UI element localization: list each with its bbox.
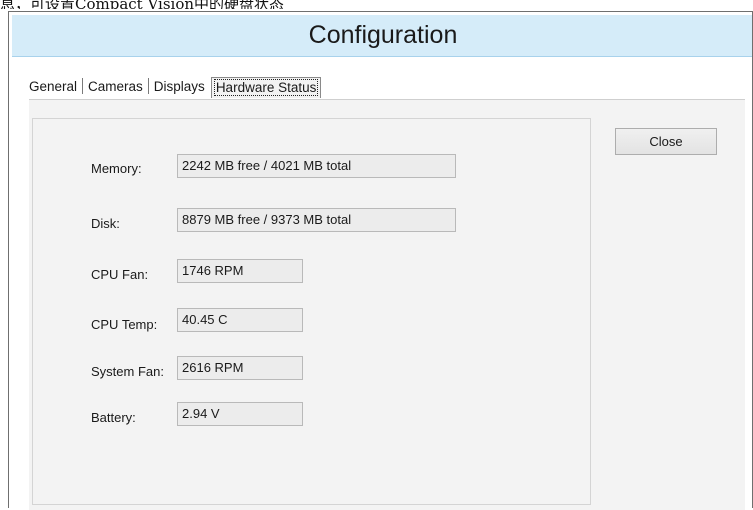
tab-cameras-label: Cameras <box>88 78 143 94</box>
tab-strip: General Cameras Displays Hardware Status <box>25 74 322 98</box>
tab-separator <box>82 78 84 94</box>
hardware-status-group: Memory: 2242 MB free / 4021 MB total Dis… <box>32 118 591 505</box>
cpu-fan-field: 1746 RPM <box>177 259 303 283</box>
cpu-temp-field: 40.45 C <box>177 308 303 332</box>
tab-hardware-status-label: Hardware Status <box>213 78 319 96</box>
battery-label: Battery: <box>91 410 136 425</box>
system-fan-field: 2616 RPM <box>177 356 303 380</box>
tab-separator <box>147 78 149 94</box>
title-bar: Configuration <box>12 15 753 57</box>
tab-general[interactable]: General <box>25 77 81 96</box>
tab-displays-label: Displays <box>153 78 205 94</box>
cpu-fan-label: CPU Fan: <box>91 267 149 282</box>
memory-label: Memory: <box>91 161 142 176</box>
system-fan-label: System Fan: <box>91 364 164 379</box>
tab-hardware-status[interactable]: Hardware Status <box>210 76 322 98</box>
tab-cameras[interactable]: Cameras <box>84 77 147 96</box>
configuration-window: Configuration General Cameras Displays H… <box>8 11 753 510</box>
window-title: Configuration <box>308 21 458 49</box>
hardware-status-panel: Memory: 2242 MB free / 4021 MB total Dis… <box>29 99 745 510</box>
disk-field: 8879 MB free / 9373 MB total <box>177 208 456 232</box>
close-button[interactable]: Close <box>615 128 717 155</box>
memory-field: 2242 MB free / 4021 MB total <box>177 154 456 178</box>
cpu-temp-label: CPU Temp: <box>91 317 158 332</box>
battery-field: 2.94 V <box>177 402 303 426</box>
tab-general-label: General <box>29 78 78 94</box>
document-caption: 息，可设置Compact Vision中的硬盘状态 <box>0 0 285 9</box>
tab-displays[interactable]: Displays <box>150 77 209 96</box>
disk-label: Disk: <box>91 216 120 231</box>
